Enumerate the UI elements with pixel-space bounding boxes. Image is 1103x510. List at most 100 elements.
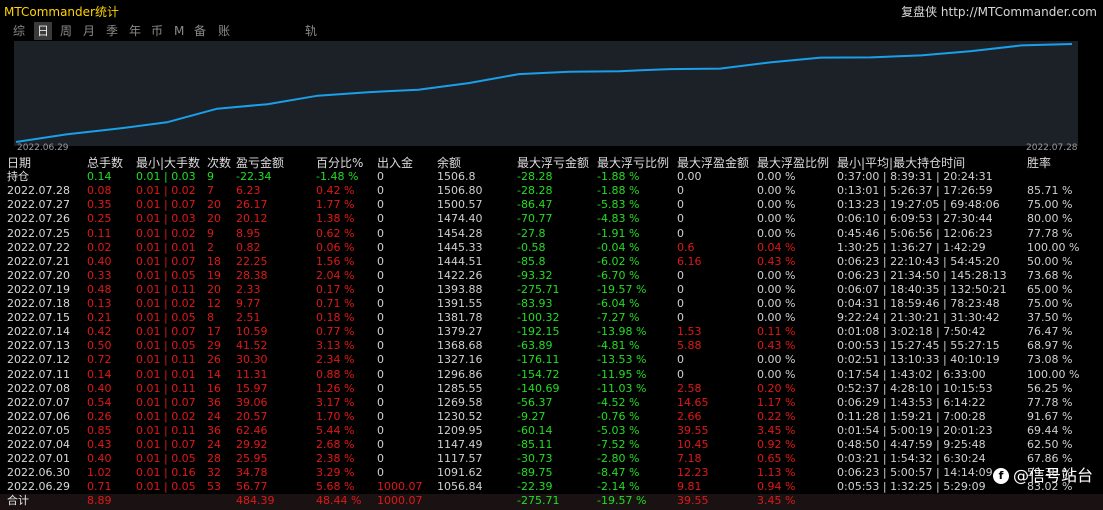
table-row: 2022.07.20 0.33 0.01 | 0.05 19 28.38 2.04 % 0 1… [0,269,1103,283]
table-row: 2022.07.07 0.54 0.01 | 0.07 36 39.06 3.17 % 0 1… [0,396,1103,410]
row-cell-win: 75.00 % [1027,297,1073,310]
row-cell-flow: 0 [377,226,384,240]
row-cell-pnl: 2.51 [236,311,261,325]
header-cell: 盈亏金额 [236,156,285,170]
row-cell-bal: 1209.95 [437,423,483,437]
row-cell-fp: 7.18 [677,452,702,466]
holding-cell: 0.01 | 0.03 [136,170,196,184]
balance-chart-svg [15,43,1073,143]
row-cell-bal: 1269.58 [437,395,483,409]
header-cell: 出入金 [377,156,414,170]
row-cell-flp: -11.03 % [597,381,647,395]
row-cell-pct: 1.26 % [316,381,355,395]
row-cell-fl: -85.8 [517,254,546,268]
row-cell-fpp: 0.43 % [757,254,796,268]
row-cell-hold: 0:13:23 | 19:27:05 | 69:48:06 [837,198,1000,212]
row-cell-fpp: 0.94 % [757,480,796,494]
header-cell: 最小|大手数 [136,156,201,170]
row-cell-bal: 1381.78 [437,311,483,325]
row-cell-flp: -11.95 % [597,367,647,381]
row-cell-count: 12 [207,297,221,310]
row-cell-fp: 0.6 [677,240,695,254]
row-cell-flp: -4.52 % [597,395,640,409]
row-cell-minmax: 0.01 | 0.05 [136,452,196,466]
brand-link[interactable]: 复盘侠 http://MTCommander.com [901,3,1097,20]
row-cell-pct: 0.71 % [316,297,355,310]
row-cell-date: 2022.07.21 [7,254,70,268]
row-cell-date: 2022.07.18 [7,297,70,310]
tab-3[interactable]: 月 [80,22,98,40]
row-cell-flp: -5.83 % [597,198,640,212]
row-cell-hold: 0:52:37 | 4:28:10 | 10:15:53 [837,381,993,395]
summary-row: 合计 8.89 484.39 48.44 % 1000.07 -275.71 -19.57 … [0,494,1103,510]
row-cell-pnl: 39.06 [236,395,268,409]
row-cell-date: 2022.07.12 [7,353,70,367]
row-cell-fl: -192.15 [517,325,560,339]
row-cell-pct: 0.42 % [316,184,355,198]
summary-cell: 1000.07 [377,494,423,508]
row-cell-minmax: 0.01 | 0.07 [136,395,196,409]
row-cell-pnl: 26.17 [236,198,268,212]
row-cell-pnl: 29.92 [236,438,268,451]
row-cell-date: 2022.06.29 [7,480,70,494]
row-cell-bal: 1445.33 [437,240,483,254]
row-cell-pnl: 22.25 [236,254,268,268]
row-cell-lots: 0.71 [87,480,112,494]
holding-cell: 0.14 [87,170,112,184]
row-cell-minmax: 0.01 | 0.02 [136,184,196,198]
row-cell-flp: -7.52 % [597,438,640,451]
row-cell-lots: 0.42 [87,325,112,339]
header-cell: 最大浮亏金额 [517,156,590,170]
row-cell-count: 28 [207,452,221,466]
row-cell-win: 77.78 % [1027,226,1073,240]
row-cell-lots: 0.54 [87,395,112,409]
row-cell-count: 36 [207,423,221,437]
table-row: 2022.07.19 0.48 0.01 | 0.11 20 2.33 0.17 % 0 13… [0,283,1103,297]
row-cell-minmax: 0.01 | 0.02 [136,226,196,240]
row-cell-fp: 0 [677,311,684,325]
row-cell-fpp: 1.17 % [757,395,796,409]
row-cell-count: 20 [207,212,221,226]
watermark: f @信号站台 [992,462,1093,486]
tab-6[interactable]: 币 [148,22,166,40]
row-cell-lots: 0.85 [87,423,112,437]
row-cell-flow: 0 [377,325,384,339]
row-cell-count: 16 [207,381,221,395]
row-cell-pnl: 28.38 [236,268,268,282]
tab-7[interactable]: M [171,22,187,40]
table-row: 2022.07.15 0.21 0.01 | 0.05 8 2.51 0.18 % 0 138… [0,311,1103,325]
tab-2[interactable]: 周 [57,22,75,40]
header-cell: 最大浮亏比例 [597,156,670,170]
row-cell-lots: 0.21 [87,311,112,325]
holding-cell: 9 [207,170,214,184]
tab-1[interactable]: 日 [34,22,53,40]
holding-cell: 1506.8 [437,170,476,184]
row-cell-fp: 0 [677,226,684,240]
tab-4[interactable]: 季 [103,22,121,40]
row-cell-fpp: 0.04 % [757,240,796,254]
holding-cell: -1.88 % [597,170,640,184]
row-cell-hold: 0:45:46 | 5:06:56 | 12:06:23 [837,226,993,240]
row-cell-pct: 2.38 % [316,452,355,466]
row-cell-fp: 2.66 [677,409,702,423]
row-cell-minmax: 0.01 | 0.11 [136,282,196,296]
table-row: 2022.07.06 0.26 0.01 | 0.02 24 20.57 1.70 % 0 1… [0,410,1103,424]
row-cell-flp: -1.88 % [597,184,640,198]
row-cell-pnl: 41.52 [236,339,268,353]
tab-0[interactable]: 综 [10,22,28,40]
row-cell-count: 29 [207,339,221,353]
row-cell-date: 2022.07.13 [7,339,70,353]
tab-5[interactable]: 年 [126,22,144,40]
row-cell-fpp: 3.45 % [757,423,796,437]
row-cell-date: 2022.07.28 [7,184,70,198]
row-cell-flow: 0 [377,198,384,212]
row-cell-fp: 0 [677,297,684,310]
row-cell-flp: -2.80 % [597,452,640,466]
row-cell-count: 20 [207,282,221,296]
row-cell-flp: -19.57 % [597,282,647,296]
tab-8[interactable]: 备 [191,22,209,40]
row-cell-flow: 0 [377,438,384,451]
row-cell-count: 20 [207,198,221,212]
row-cell-win: 75.00 % [1027,198,1073,212]
balance-chart [14,41,1078,146]
